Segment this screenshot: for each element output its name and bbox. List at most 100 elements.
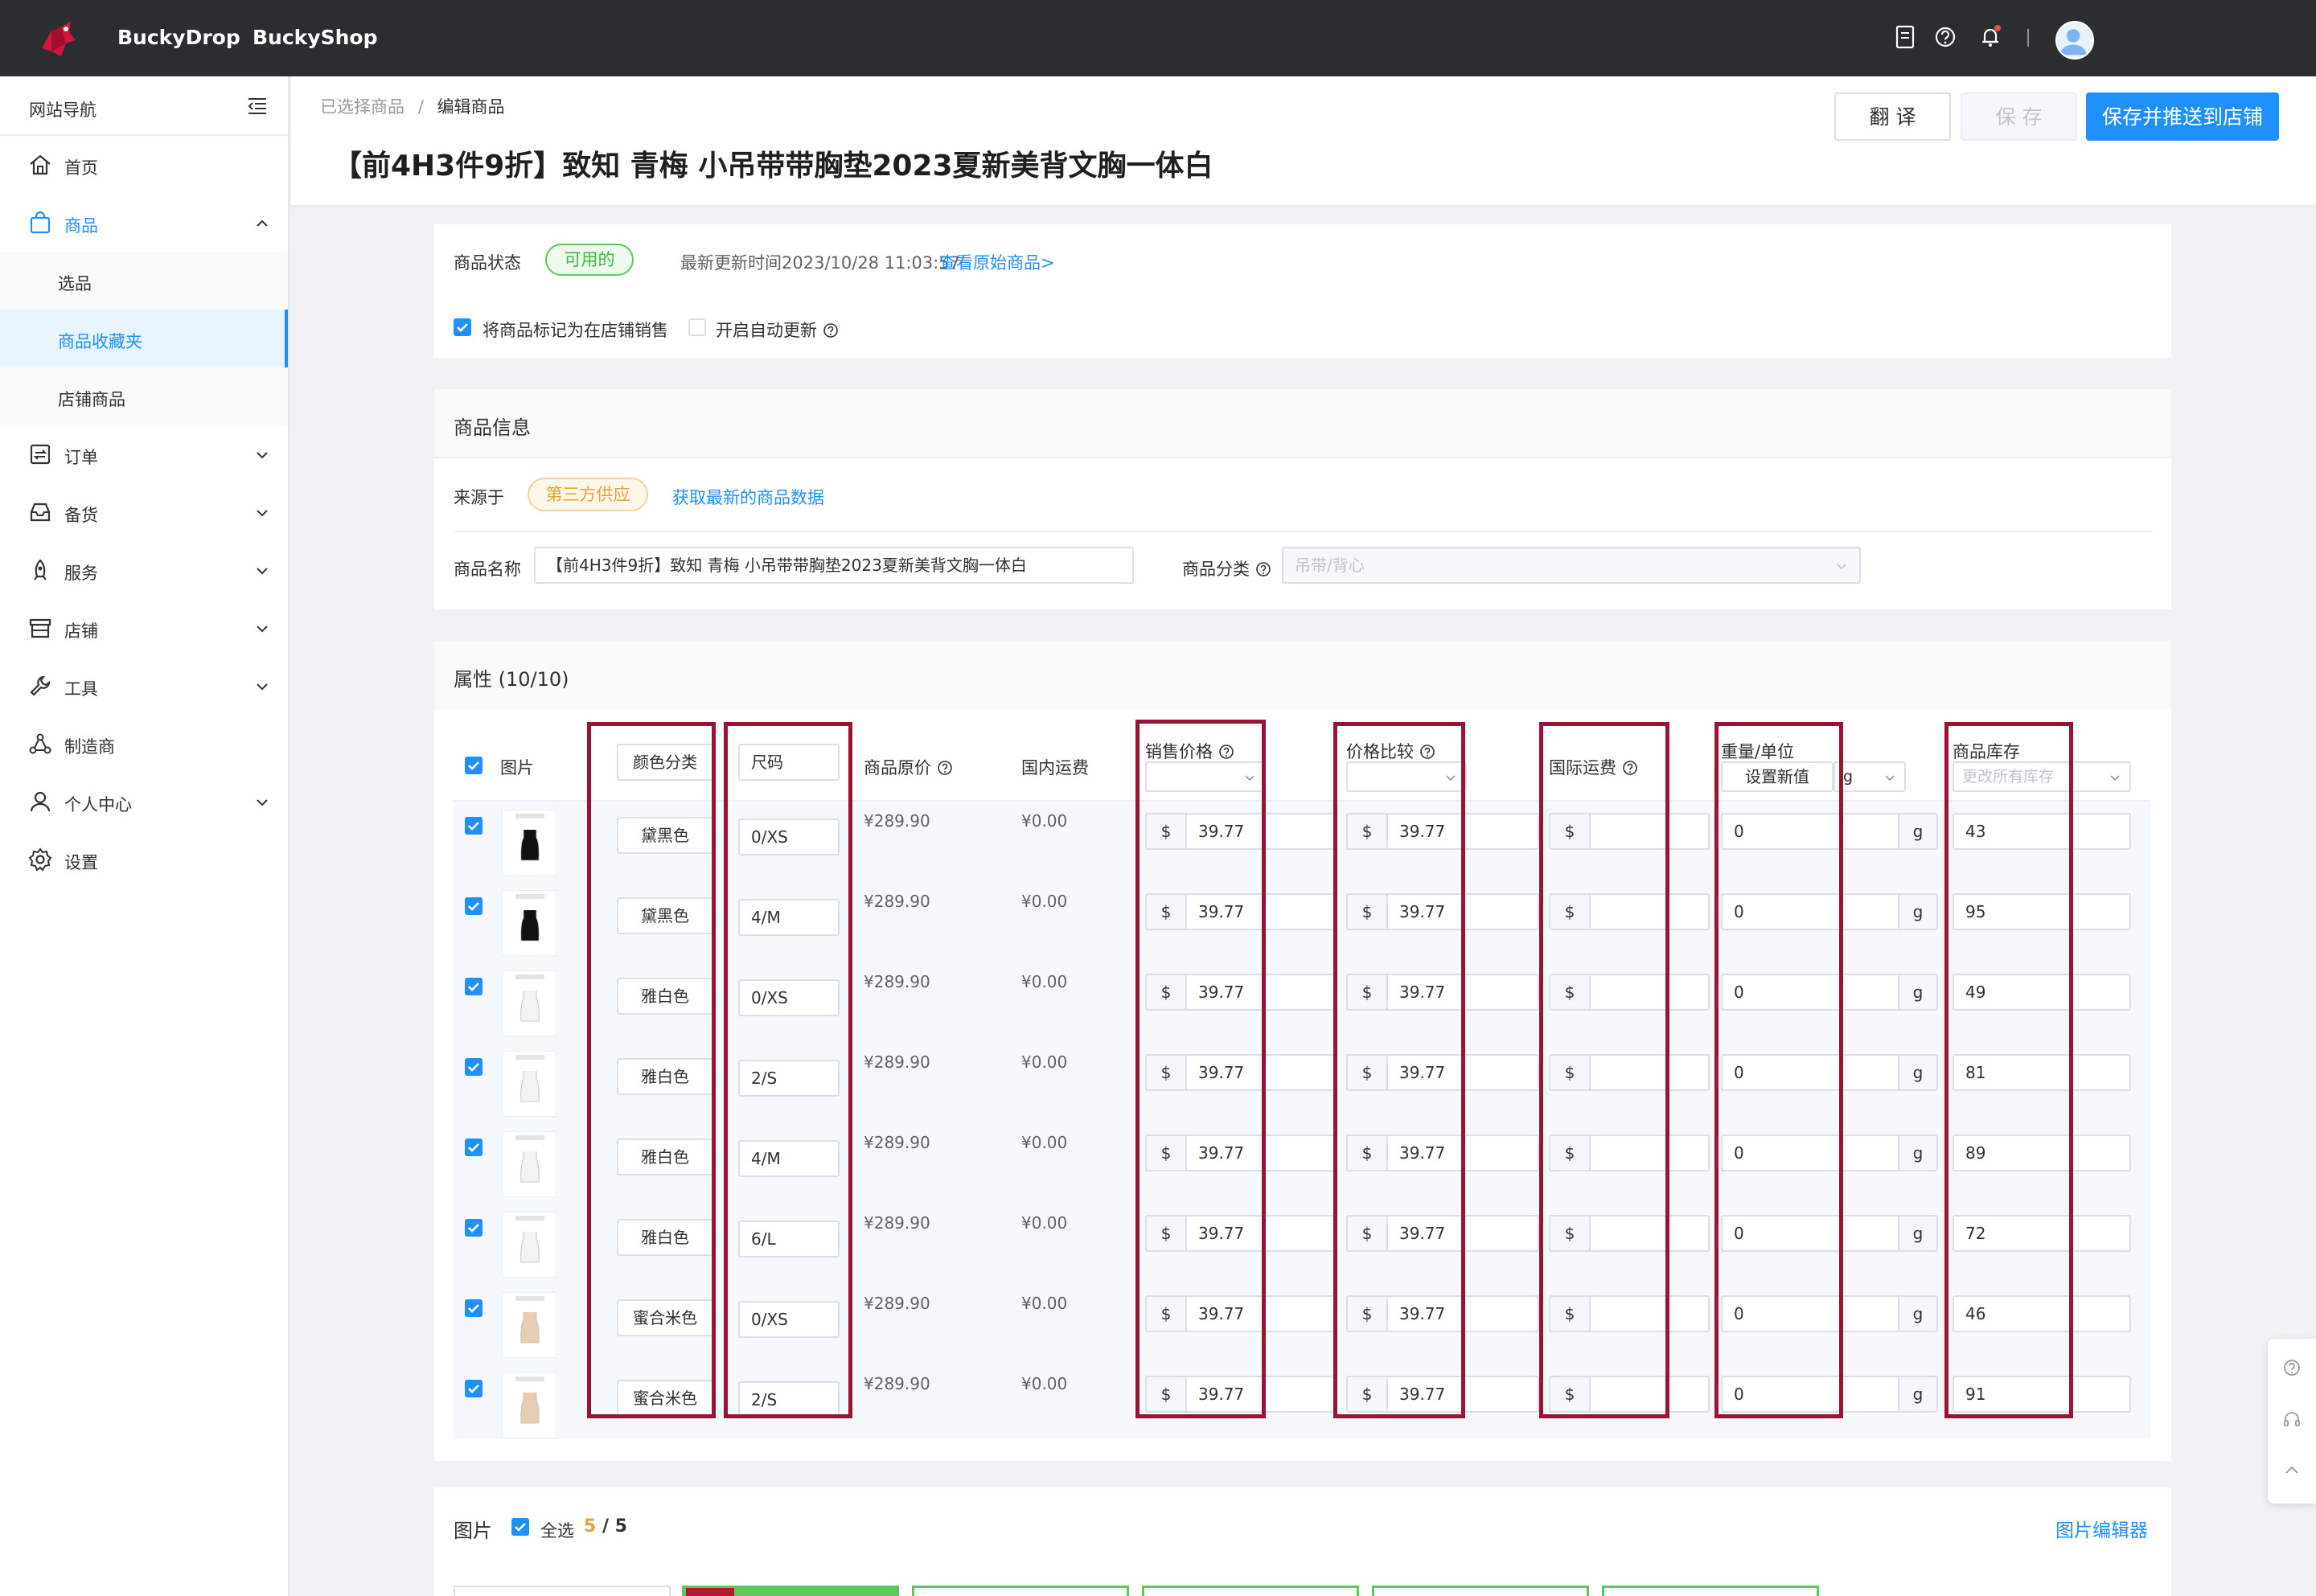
brand-buckyshop[interactable]: BuckyShop <box>253 26 377 49</box>
size-input[interactable]: 2/S <box>738 1381 840 1418</box>
weight-input[interactable]: 0 <box>1721 1295 1899 1332</box>
compare-price-input[interactable]: 39.77 <box>1386 1054 1539 1091</box>
stock-input[interactable]: 43 <box>1953 813 2131 850</box>
intl-shipping-input[interactable] <box>1589 1295 1710 1332</box>
variant-thumbnail[interactable] <box>502 1051 556 1117</box>
category-select[interactable]: 吊带/背心 <box>1282 547 1861 584</box>
size-input[interactable]: 0/XS <box>738 819 840 855</box>
weight-bulk-input[interactable]: 设置新值 <box>1721 761 1834 792</box>
compare-price-bulk-select[interactable] <box>1346 761 1467 792</box>
intl-shipping-input[interactable] <box>1589 1215 1710 1252</box>
select-all-rows-checkbox[interactable] <box>465 757 482 774</box>
variant-thumbnail[interactable] <box>502 890 556 956</box>
variant-thumbnail[interactable] <box>502 970 556 1036</box>
document-icon[interactable] <box>1893 24 1917 50</box>
sidebar-item-stock[interactable]: 备货 <box>0 483 288 541</box>
variant-thumbnail[interactable] <box>502 810 556 876</box>
stock-input[interactable]: 89 <box>1953 1134 2131 1171</box>
sale-price-input[interactable]: 39.77 <box>1185 1376 1335 1413</box>
image-thumb[interactable] <box>1142 1586 1359 1596</box>
variant-thumbnail[interactable] <box>502 1212 556 1278</box>
color-input[interactable]: 蜜合米色 <box>617 1380 713 1417</box>
color-input[interactable]: 雅白色 <box>617 978 713 1015</box>
image-thumb[interactable] <box>1602 1586 1819 1596</box>
color-input[interactable]: 雅白色 <box>617 1139 713 1175</box>
select-all-images-checkbox[interactable] <box>511 1518 529 1536</box>
weight-input[interactable]: 0 <box>1721 1215 1899 1252</box>
auto-update-checkbox[interactable] <box>688 318 706 336</box>
variant-thumbnail[interactable] <box>502 1292 556 1358</box>
sidebar-item-products[interactable]: 商品 <box>0 194 288 252</box>
weight-input[interactable]: 0 <box>1721 813 1899 850</box>
sale-price-input[interactable]: 39.77 <box>1185 1134 1335 1171</box>
weight-input[interactable]: 0 <box>1721 974 1899 1011</box>
stock-input[interactable]: 72 <box>1953 1215 2131 1252</box>
breadcrumb-parent[interactable]: 已选择商品 <box>320 97 404 117</box>
size-input[interactable]: 4/M <box>738 1140 840 1177</box>
stock-bulk-select[interactable]: 更改所有库存 <box>1953 761 2131 792</box>
sidebar-item-settings[interactable]: 设置 <box>0 831 288 888</box>
help-icon[interactable] <box>1255 561 1271 577</box>
intl-shipping-input[interactable] <box>1589 1376 1710 1413</box>
row-checkbox[interactable] <box>465 817 482 835</box>
help-icon[interactable] <box>1622 760 1638 776</box>
stock-input[interactable]: 46 <box>1953 1295 2131 1332</box>
color-input[interactable]: 蜜合米色 <box>617 1299 713 1336</box>
bell-icon[interactable] <box>1978 24 2002 50</box>
row-checkbox[interactable] <box>465 978 482 995</box>
compare-price-input[interactable]: 39.77 <box>1386 1295 1539 1332</box>
intl-shipping-input[interactable] <box>1589 813 1710 850</box>
color-input[interactable]: 黛黑色 <box>617 897 713 934</box>
sidebar-item-tools[interactable]: 工具 <box>0 657 288 715</box>
weight-input[interactable]: 0 <box>1721 1376 1899 1413</box>
sidebar-item-manufacturers[interactable]: 制造商 <box>0 715 288 773</box>
mark-for-sale-checkbox[interactable] <box>454 318 471 336</box>
buckydrop-logo-icon[interactable] <box>34 16 82 64</box>
sidebar-item-profile[interactable]: 个人中心 <box>0 773 288 831</box>
color-input[interactable]: 雅白色 <box>617 1058 713 1095</box>
color-input[interactable]: 雅白色 <box>617 1219 713 1256</box>
row-checkbox[interactable] <box>465 1380 482 1397</box>
size-input[interactable]: 6/L <box>738 1221 840 1258</box>
help-icon[interactable] <box>1933 24 1957 50</box>
sidebar-item-orders[interactable]: 订单 <box>0 425 288 483</box>
headset-icon[interactable] <box>2282 1409 2302 1429</box>
save-and-push-button[interactable]: 保存并推送到店铺 <box>2086 92 2279 141</box>
intl-shipping-input[interactable] <box>1589 893 1710 930</box>
sale-price-input[interactable]: 39.77 <box>1185 1295 1335 1332</box>
variant-thumbnail[interactable] <box>502 1131 556 1197</box>
row-checkbox[interactable] <box>465 1299 482 1317</box>
sidebar-item-store[interactable]: 店铺 <box>0 599 288 657</box>
row-checkbox[interactable] <box>465 1139 482 1156</box>
stock-input[interactable]: 91 <box>1953 1376 2131 1413</box>
sale-price-input[interactable]: 39.77 <box>1185 893 1335 930</box>
sale-price-input[interactable]: 39.77 <box>1185 974 1335 1011</box>
image-thumb[interactable] <box>682 1586 899 1596</box>
size-input[interactable]: 2/S <box>738 1060 840 1097</box>
row-checkbox[interactable] <box>465 897 482 915</box>
intl-shipping-input[interactable] <box>1589 1054 1710 1091</box>
weight-input[interactable]: 0 <box>1721 1054 1899 1091</box>
intl-shipping-input[interactable] <box>1589 974 1710 1011</box>
row-checkbox[interactable] <box>465 1219 482 1237</box>
sale-price-input[interactable]: 39.77 <box>1185 1215 1335 1252</box>
sidebar-item-services[interactable]: 服务 <box>0 541 288 599</box>
brand-buckydrop[interactable]: BuckyDrop <box>117 26 240 49</box>
stock-input[interactable]: 81 <box>1953 1054 2131 1091</box>
col-color-input[interactable]: 颜色分类 <box>617 744 713 781</box>
image-editor-link[interactable]: 图片编辑器 <box>2055 1515 2148 1542</box>
weight-input[interactable]: 0 <box>1721 1134 1899 1171</box>
help-icon[interactable] <box>937 760 953 776</box>
help-icon[interactable] <box>1419 744 1435 760</box>
collapse-menu-icon[interactable] <box>245 94 269 118</box>
sidebar-item-home[interactable]: 首页 <box>0 136 288 194</box>
compare-price-input[interactable]: 39.77 <box>1386 1215 1539 1252</box>
compare-price-input[interactable]: 39.77 <box>1386 813 1539 850</box>
intl-shipping-input[interactable] <box>1589 1134 1710 1171</box>
sale-price-input[interactable]: 39.77 <box>1185 1054 1335 1091</box>
help-icon[interactable] <box>823 322 839 338</box>
color-input[interactable]: 黛黑色 <box>617 817 713 854</box>
view-original-link[interactable]: 查看原始商品> <box>939 250 1055 274</box>
fetch-latest-link[interactable]: 获取最新的商品数据 <box>672 485 824 509</box>
weight-unit-select[interactable]: g <box>1834 761 1906 792</box>
